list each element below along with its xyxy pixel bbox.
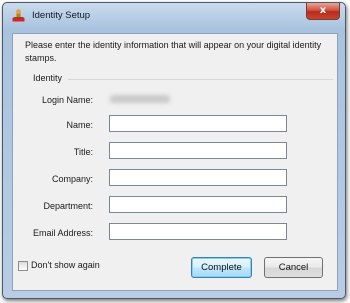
close-button[interactable]: x (306, 3, 340, 20)
title-label: Title: (73, 147, 93, 157)
instructions-text: Please enter the identity information th… (25, 40, 322, 63)
dont-show-again-checkbox[interactable] (18, 261, 28, 271)
dialog-content: Please enter the identity information th… (12, 33, 338, 291)
dont-show-again-label[interactable]: Don't show again (31, 260, 100, 270)
company-field[interactable] (109, 169, 287, 186)
name-label: Name: (66, 120, 93, 130)
name-field[interactable] (109, 115, 287, 132)
login-name-value (110, 95, 170, 103)
identity-group-label: Identity (33, 73, 63, 83)
company-label: Company: (51, 174, 93, 184)
email-address-field[interactable] (109, 223, 287, 240)
close-icon: x (319, 5, 327, 16)
identity-setup-dialog: Identity Setup x Please enter the identi… (2, 2, 346, 299)
email-address-label: Email Address: (32, 228, 93, 238)
login-name-label: Login Name: (41, 95, 93, 105)
window-title: Identity Setup (32, 10, 91, 21)
title-field[interactable] (109, 142, 287, 159)
group-divider (68, 79, 333, 80)
title-bar[interactable]: Identity Setup x (3, 3, 345, 29)
department-field[interactable] (109, 196, 287, 213)
cancel-button[interactable]: Cancel (264, 257, 323, 278)
complete-button[interactable]: Complete (191, 257, 252, 278)
department-label: Department: (43, 201, 93, 211)
stamp-icon (12, 9, 25, 22)
